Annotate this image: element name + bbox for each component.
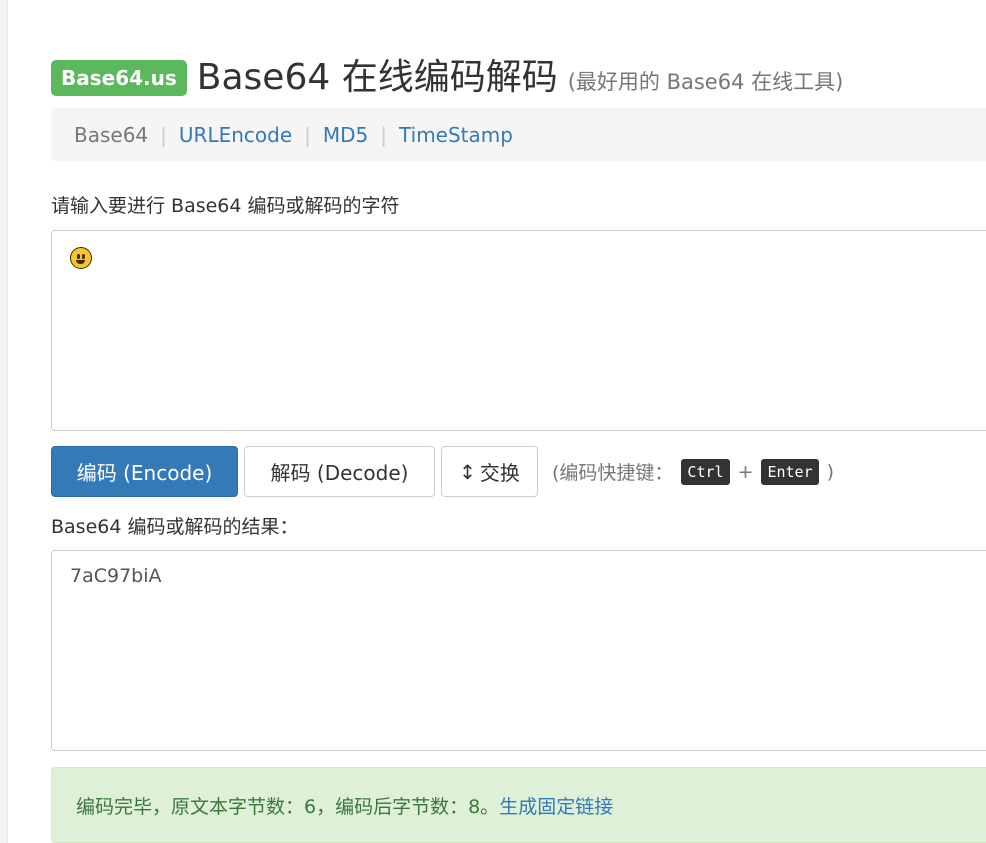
nav-item-md5[interactable]: MD5 xyxy=(323,123,368,147)
nav-separator: | xyxy=(160,122,167,147)
status-alert: 编码完毕，原文本字节数：6，编码后字节数：8。 生成固定链接 xyxy=(51,767,986,843)
output-textarea[interactable]: 7aC97biA xyxy=(51,550,986,751)
left-edge-rule xyxy=(0,0,8,843)
status-message: 编码完毕，原文本字节数：6，编码后字节数：8。 xyxy=(76,795,500,818)
nav-item-timestamp[interactable]: TimeStamp xyxy=(399,123,513,147)
breadcrumb-nav: Base64 | URLEncode | MD5 | TimeStamp xyxy=(51,108,986,161)
swap-arrows-icon: ↕ xyxy=(459,459,476,484)
nav-separator: | xyxy=(304,122,311,147)
permalink-link[interactable]: 生成固定链接 xyxy=(499,792,613,819)
kbd-enter: Enter xyxy=(761,458,819,485)
swap-button[interactable]: ↕ 交换 xyxy=(441,446,538,497)
shortcut-plus: + xyxy=(737,460,754,483)
output-label: Base64 编码或解码的结果： xyxy=(51,516,299,538)
page-header: Base64.us Base64 在线编码解码 (最好用的 Base64 在线工… xyxy=(51,52,843,104)
input-label: 请输入要进行 Base64 编码或解码的字符 xyxy=(51,195,400,217)
grinning-face-icon xyxy=(70,247,92,269)
kbd-ctrl: Ctrl xyxy=(681,458,730,485)
output-value: 7aC97biA xyxy=(70,565,162,587)
shortcut-hint: (编码快捷键： Ctrl + Enter ) xyxy=(552,446,834,497)
page-subtitle: (最好用的 Base64 在线工具) xyxy=(567,70,844,94)
shortcut-hint-suffix: ) xyxy=(826,460,835,483)
nav-separator: | xyxy=(380,122,388,147)
nav-item-base64: Base64 xyxy=(74,122,149,147)
brand-logo[interactable]: Base64.us xyxy=(51,60,187,96)
input-textarea[interactable] xyxy=(51,230,986,431)
swap-button-label: 交换 xyxy=(479,461,520,485)
page-title: Base64 在线编码解码 xyxy=(196,57,558,98)
encode-button[interactable]: 编码 (Encode) xyxy=(51,446,238,497)
decode-button[interactable]: 解码 (Decode) xyxy=(244,446,435,497)
nav-item-urlencode[interactable]: URLEncode xyxy=(179,123,292,147)
shortcut-hint-prefix: (编码快捷键： xyxy=(552,462,674,484)
